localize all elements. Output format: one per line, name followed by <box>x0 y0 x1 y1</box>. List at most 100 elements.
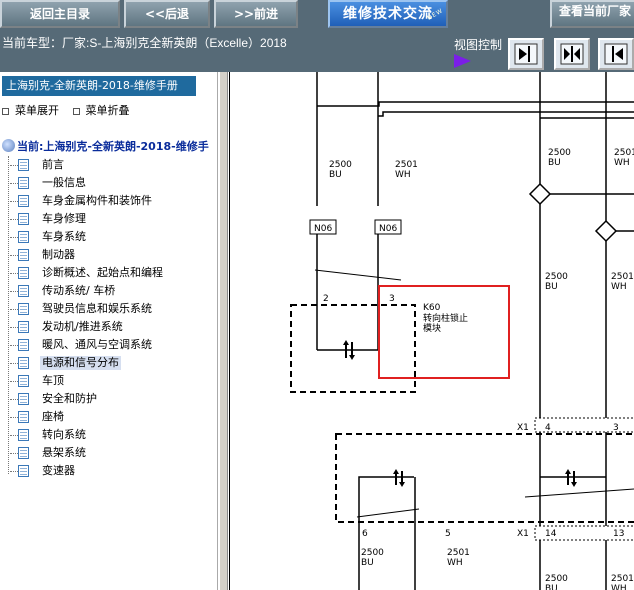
document-icon <box>18 411 29 423</box>
document-icon <box>18 429 29 441</box>
document-icon <box>18 159 29 171</box>
tree-branch-line <box>10 327 18 328</box>
tree-item-label: 变速器 <box>42 464 75 477</box>
tree-item[interactable]: 安全和防护 <box>8 390 217 408</box>
menu-controls: 菜单展开 菜单折叠 <box>0 102 138 118</box>
tree-branch-line <box>10 183 18 184</box>
splice-diamond <box>528 182 552 206</box>
tree-branch-line <box>10 399 18 400</box>
expand-right-view-button[interactable] <box>598 38 634 70</box>
tree-item-label: 座椅 <box>42 410 64 423</box>
model-bar: 当前车型：厂家:S-上海别克全新英朗（Excelle）2018 视图控制 <box>0 32 634 72</box>
arrow-left-bar-icon <box>604 43 628 65</box>
tree-item[interactable]: 传动系统/ 车桥 <box>8 282 217 300</box>
wiring-diagram-svg: 2500 BU 2501 WH 2500 BU 2501 WH 2500 BU … <box>229 72 634 590</box>
tree-item[interactable]: 暖风、通风与空调系统 <box>8 336 217 354</box>
expand-icon <box>2 108 9 115</box>
tree-branch-line <box>10 273 18 274</box>
manual-tree: 前言 一般信息车身金属构件和装饰件车身修理 车身系统制动器诊断概述、起始点和编程传动… <box>8 156 217 480</box>
module-name-line2: 模块 <box>423 322 441 334</box>
expand-left-view-button[interactable] <box>508 38 544 70</box>
tree-branch-line <box>10 363 18 364</box>
wire-color-label: WH <box>611 584 627 590</box>
tree-item[interactable]: 车身金属构件和装饰件 <box>8 192 217 210</box>
tree-item[interactable]: 一般信息 <box>8 174 217 192</box>
pin-number: 4 <box>545 423 551 433</box>
forward-button[interactable]: >>前进 <box>214 0 298 28</box>
connector-wave-line <box>314 269 402 281</box>
document-icon <box>18 213 29 225</box>
tree-item[interactable]: 车顶 <box>8 372 217 390</box>
tree-item[interactable]: 发动机/推进系统 <box>8 318 217 336</box>
tree-item[interactable]: 制动器 <box>8 246 217 264</box>
document-icon <box>18 267 29 279</box>
tree-item[interactable]: 车身修理 <box>8 210 217 228</box>
lower-module-box <box>335 433 634 523</box>
wire-gauge-label: 2500 <box>329 160 352 170</box>
tree-item-label: 发动机/推进系统 <box>42 320 123 333</box>
new-badge: NEW <box>425 7 445 22</box>
navigation-pane: 上海别克-全新英朗-2018-维修手册 菜单展开 菜单折叠 当前:上海别克-全新… <box>0 72 218 590</box>
tree-item[interactable]: 转向系统 <box>8 426 217 444</box>
wire-gauge-label: 2500 <box>545 574 568 584</box>
wire-bus-bu <box>316 72 634 206</box>
tree-item[interactable]: 电源和信号分布 <box>8 354 217 372</box>
up-down-arrows-icon <box>565 469 577 487</box>
tree-item[interactable]: 座椅 <box>8 408 217 426</box>
pin-number: 13 <box>613 529 624 539</box>
document-icon <box>18 375 29 387</box>
menu-collapse-button[interactable]: 菜单折叠 <box>72 102 130 118</box>
splice-diamond <box>594 219 618 243</box>
tree-branch-line <box>10 201 18 202</box>
return-home-button[interactable]: 返回主目录 <box>0 0 120 28</box>
menu-expand-button[interactable]: 菜单展开 <box>2 102 59 118</box>
tree-item-label: 车身金属构件和装饰件 <box>42 194 152 207</box>
view-control-label: 视图控制 <box>454 38 503 52</box>
split-view-button[interactable] <box>554 38 590 70</box>
tree-item[interactable]: 变速器 <box>8 462 217 480</box>
tree-item-label: 暖风、通风与空调系统 <box>42 338 152 351</box>
top-toolbar: 返回主目录 <<后退 >>前进 维修技术交流 NEW 查看当前厂家 <box>0 0 634 32</box>
current-manual-node[interactable]: 当前:上海别克-全新英朗-2018-维修手 <box>2 138 209 154</box>
wire-gauge-label: 2500 <box>545 272 568 282</box>
wire-bus-wh <box>377 72 634 206</box>
tree-item[interactable]: 前言 <box>8 156 217 174</box>
repair-forum-button[interactable]: 维修技术交流 NEW <box>328 0 448 28</box>
back-button[interactable]: <<后退 <box>124 0 210 28</box>
tree-branch-line <box>10 237 18 238</box>
view-current-make-button[interactable]: 查看当前厂家 <box>550 0 634 28</box>
module-id: K60 <box>423 303 441 313</box>
document-icon <box>18 249 29 261</box>
wire-color-label: WH <box>614 158 630 168</box>
lower-wave-line <box>356 508 420 518</box>
tree-item-label: 转向系统 <box>42 428 86 441</box>
document-icon <box>18 339 29 351</box>
wire-gauge-label: 2501 <box>611 574 634 584</box>
tree-branch-line <box>10 165 18 166</box>
pin-number: 3 <box>613 423 619 433</box>
tree-item[interactable]: 悬架系统 <box>8 444 217 462</box>
wire-gauge-label: 2500 <box>361 548 384 558</box>
document-icon <box>18 393 29 405</box>
tree-item-label: 悬架系统 <box>42 446 86 459</box>
tree-branch-line <box>10 381 18 382</box>
wire-gauge-label: 2501 <box>447 548 470 558</box>
tree-item[interactable]: 驾驶员信息和娱乐系统 <box>8 300 217 318</box>
wire-gauge-label: 2500 <box>548 148 571 158</box>
pin-number: 14 <box>545 529 557 539</box>
wire-color-label: WH <box>395 170 411 180</box>
split-arrows-icon <box>560 43 584 65</box>
wire-color-label: BU <box>545 584 558 590</box>
pane-splitter[interactable] <box>219 72 228 590</box>
tree-item-label: 制动器 <box>42 248 75 261</box>
tree-item-label: 电源和信号分布 <box>40 356 121 370</box>
tree-branch-line <box>10 345 18 346</box>
current-model-text: 当前车型：厂家:S-上海别克全新英朗（Excelle）2018 <box>2 36 287 50</box>
tree-branch-line <box>10 219 18 220</box>
collapse-icon <box>72 108 80 115</box>
tree-item[interactable]: 车身系统 <box>8 228 217 246</box>
pin-number: 3 <box>389 294 395 304</box>
tree-item-label: 传动系统/ 车桥 <box>42 284 116 297</box>
tree-item[interactable]: 诊断概述、起始点和编程 <box>8 264 217 282</box>
document-icon <box>18 231 29 243</box>
